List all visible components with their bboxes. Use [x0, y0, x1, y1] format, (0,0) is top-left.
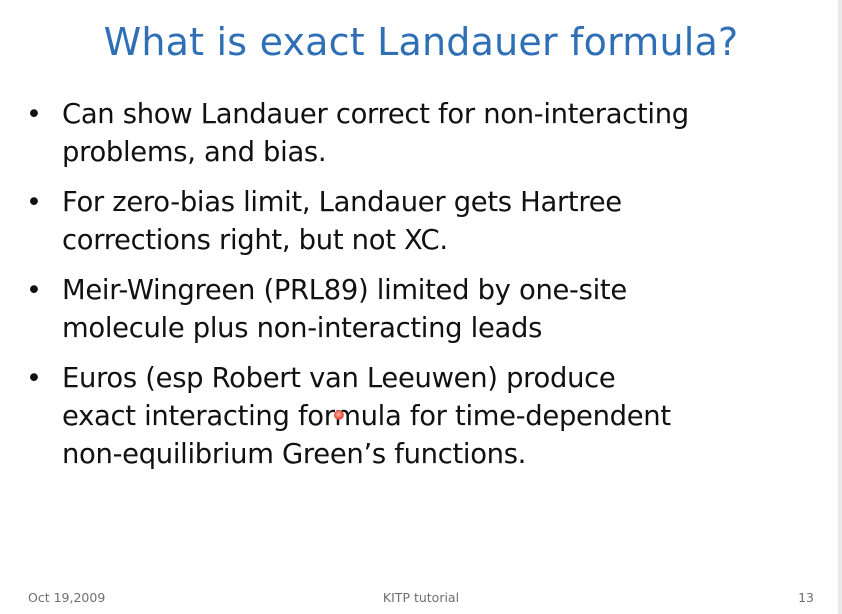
bullet-item: • For zero-bias limit, Landauer gets Har…: [26, 184, 826, 260]
slide: What is exact Landauer formula? • Can sh…: [0, 0, 839, 614]
bullet-list: • Can show Landauer correct for non-inte…: [26, 96, 826, 486]
bullet-dot: •: [26, 275, 42, 306]
bullet-text-line: problems, and bias.: [62, 137, 327, 168]
footer-title: KITP tutorial: [382, 590, 460, 605]
bullet-item: • Euros (esp Robert van Leeuwen) produce…: [26, 360, 826, 474]
bullet-dot: •: [26, 363, 42, 394]
bullet-dot: •: [26, 187, 42, 218]
bullet-text-line: Euros (esp Robert van Leeuwen) produce: [62, 363, 616, 394]
slide-edge: [838, 0, 842, 614]
bullet-text-line: For zero-bias limit, Landauer gets Hartr…: [62, 187, 622, 218]
bullet-dot: •: [26, 99, 42, 130]
bullet-text-line: corrections right, but not XC.: [62, 225, 448, 256]
bullet-text-line: exact interacting formula for time-depen…: [62, 401, 671, 432]
bullet-text-line: non-equilibrium Green’s functions.: [62, 439, 527, 470]
slide-title: What is exact Landauer formula?: [103, 20, 739, 64]
bullet-text-line: molecule plus non-interacting leads: [62, 313, 543, 344]
laser-pointer-dot: [334, 410, 344, 420]
bullet-text-line: Meir-Wingreen (PRL89) limited by one-sit…: [62, 275, 627, 306]
bullet-item: • Can show Landauer correct for non-inte…: [26, 96, 826, 172]
page-number: 13: [798, 590, 814, 605]
bullet-text-line: Can show Landauer correct for non-intera…: [62, 99, 689, 130]
bullet-item: • Meir-Wingreen (PRL89) limited by one-s…: [26, 272, 826, 348]
